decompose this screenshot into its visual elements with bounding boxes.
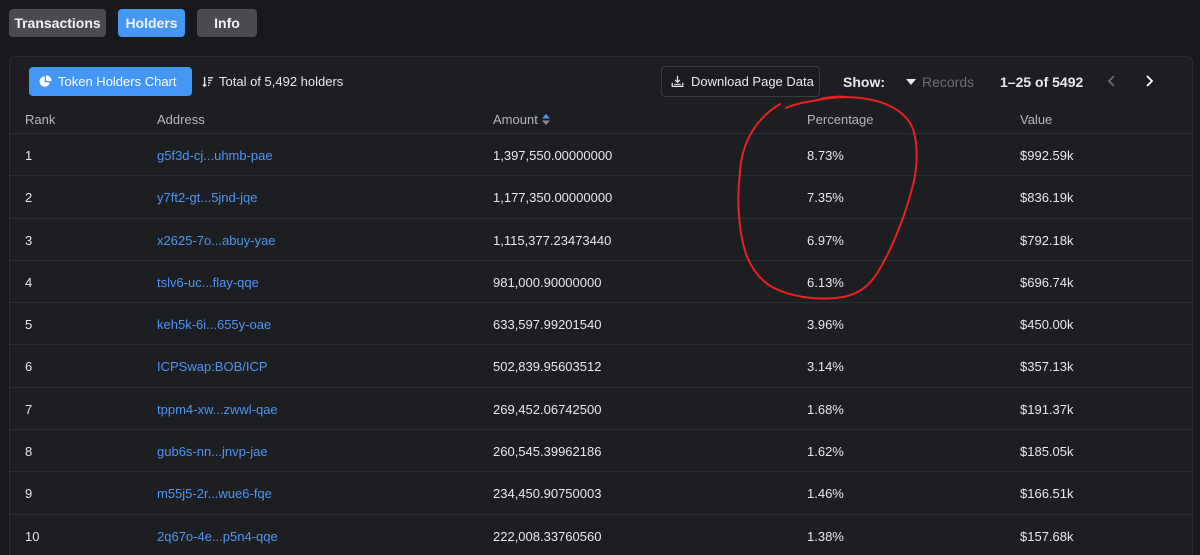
value-cell: $792.18k xyxy=(1020,232,1074,248)
amount-cell: 1,397,550.00000000 xyxy=(493,148,613,163)
header-percentage: Percentage xyxy=(807,112,874,127)
amount-cell: 222,008.33760560 xyxy=(493,528,602,544)
value-cell: $185.05k xyxy=(1020,444,1074,460)
address-link[interactable]: x2625-7o...abuy-yae xyxy=(157,233,276,248)
sort-amount-icon xyxy=(202,76,214,87)
value-cell: $191.37k xyxy=(1020,401,1074,417)
download-page-data-button[interactable]: Download Page Data xyxy=(661,66,820,97)
amount-cell: 981,000.90000000 xyxy=(493,274,602,290)
table-row: 1 g5f3d-cj...uhmb-pae 1,397,550.00000000 8.… xyxy=(10,134,1192,177)
rank-cell: 3 xyxy=(25,232,33,248)
rank-cell: 2 xyxy=(25,190,33,206)
address-link[interactable]: 2q67o-4e...p5n4-qqe xyxy=(157,529,278,544)
pagination-range: 1–25 of 5492 xyxy=(1000,74,1084,90)
percentage-cell: 1.38% xyxy=(807,528,844,544)
table-row: 2 y7ft2-gt...5jnd-jqe 1,177,350.00000000 7.… xyxy=(10,176,1192,219)
rank-cell: 1 xyxy=(25,148,33,163)
amount-cell: 1,177,350.00000000 xyxy=(493,190,613,206)
rank-cell: 10 xyxy=(25,528,40,544)
total-holders-text: Total of 5,492 holders xyxy=(219,74,344,89)
records-select[interactable]: Records xyxy=(906,74,974,90)
table-row: 9 m55j5-2r...wue6-fqe 234,450.90750003 1.46… xyxy=(10,472,1192,515)
amount-cell: 502,839.95603512 xyxy=(493,359,602,375)
percentage-cell: 7.35% xyxy=(807,190,844,206)
value-cell: $450.00k xyxy=(1020,317,1074,333)
rank-cell: 4 xyxy=(25,274,33,290)
table-row: 7 tppm4-xw...zwwl-qae 269,452.06742500 1.68… xyxy=(10,388,1192,431)
caret-down-icon xyxy=(906,79,916,85)
tab-bar: Transactions Holders Info xyxy=(9,9,257,37)
address-link[interactable]: y7ft2-gt...5jnd-jqe xyxy=(157,190,257,205)
show-label: Show: xyxy=(843,74,885,90)
tab-holders[interactable]: Holders xyxy=(118,9,185,37)
value-cell: $157.68k xyxy=(1020,528,1074,544)
download-icon xyxy=(671,75,684,87)
amount-cell: 269,452.06742500 xyxy=(493,401,602,417)
next-page-button[interactable] xyxy=(1139,71,1159,91)
rank-cell: 8 xyxy=(25,444,33,460)
header-value: Value xyxy=(1020,112,1053,127)
header-address: Address xyxy=(157,112,205,127)
percentage-cell: 3.14% xyxy=(807,359,844,375)
token-holders-chart-label: Token Holders Chart xyxy=(58,74,177,89)
amount-cell: 234,450.90750003 xyxy=(493,486,602,502)
table-row: 4 tslv6-uc...flay-qqe 981,000.90000000 6.13… xyxy=(10,261,1192,304)
address-link[interactable]: m55j5-2r...wue6-fqe xyxy=(157,486,272,501)
table-row: 10 2q67o-4e...p5n4-qqe 222,008.33760560 1.3… xyxy=(10,515,1192,555)
address-link[interactable]: keh5k-6i...655y-oae xyxy=(157,317,271,332)
tab-transactions[interactable]: Transactions xyxy=(9,9,106,37)
chevron-right-icon xyxy=(1146,75,1154,87)
address-link[interactable]: gub6s-nn...jnvp-jae xyxy=(157,444,268,459)
toolbar: Token Holders Chart Total of 5,492 holde… xyxy=(10,57,1192,103)
percentage-cell: 1.46% xyxy=(807,486,844,502)
table-row: 3 x2625-7o...abuy-yae 1,115,377.23473440 6.… xyxy=(10,219,1192,261)
address-link[interactable]: tppm4-xw...zwwl-qae xyxy=(157,402,278,417)
token-holders-chart-button[interactable]: Token Holders Chart xyxy=(29,67,192,96)
table-header: Rank Address Amount Percentage Value xyxy=(10,104,1192,134)
address-link[interactable]: g5f3d-cj...uhmb-pae xyxy=(157,148,273,163)
address-link[interactable]: tslv6-uc...flay-qqe xyxy=(157,275,259,290)
value-cell: $357.13k xyxy=(1020,359,1074,375)
percentage-cell: 1.62% xyxy=(807,444,844,460)
rank-cell: 7 xyxy=(25,401,33,417)
percentage-cell: 3.96% xyxy=(807,317,844,333)
address-link[interactable]: ICPSwap:BOB/ICP xyxy=(157,359,268,374)
table-body: 1 g5f3d-cj...uhmb-pae 1,397,550.00000000 8.… xyxy=(10,134,1192,555)
value-cell: $992.59k xyxy=(1020,148,1074,163)
tab-info[interactable]: Info xyxy=(197,9,257,37)
table-row: 8 gub6s-nn...jnvp-jae 260,545.39962186 1.62… xyxy=(10,430,1192,473)
amount-cell: 633,597.99201540 xyxy=(493,317,602,333)
percentage-cell: 6.13% xyxy=(807,274,844,290)
rank-cell: 9 xyxy=(25,486,33,502)
total-holders: Total of 5,492 holders xyxy=(202,67,343,96)
rank-cell: 6 xyxy=(25,359,33,375)
table-row: 5 keh5k-6i...655y-oae 633,597.99201540 3.96… xyxy=(10,303,1192,346)
amount-cell: 260,545.39962186 xyxy=(493,444,602,460)
rank-cell: 5 xyxy=(25,317,33,333)
amount-cell: 1,115,377.23473440 xyxy=(493,232,612,248)
chevron-left-icon xyxy=(1107,75,1115,87)
table-row: 6 ICPSwap:BOB/ICP 502,839.95603512 3.14% $35… xyxy=(10,345,1192,388)
percentage-cell: 8.73% xyxy=(807,148,844,163)
download-label: Download Page Data xyxy=(691,74,814,89)
header-amount-label: Amount xyxy=(493,112,538,127)
header-rank: Rank xyxy=(25,112,56,127)
value-cell: $696.74k xyxy=(1020,274,1074,290)
percentage-cell: 6.97% xyxy=(807,232,844,248)
value-cell: $166.51k xyxy=(1020,486,1074,502)
holders-panel: Token Holders Chart Total of 5,492 holde… xyxy=(9,56,1193,555)
pie-chart-icon xyxy=(39,75,52,87)
sort-icon xyxy=(541,114,550,125)
previous-page-button[interactable] xyxy=(1102,71,1122,91)
percentage-cell: 1.68% xyxy=(807,401,844,417)
value-cell: $836.19k xyxy=(1020,190,1074,206)
records-placeholder: Records xyxy=(922,74,975,90)
header-amount[interactable]: Amount xyxy=(493,112,550,127)
